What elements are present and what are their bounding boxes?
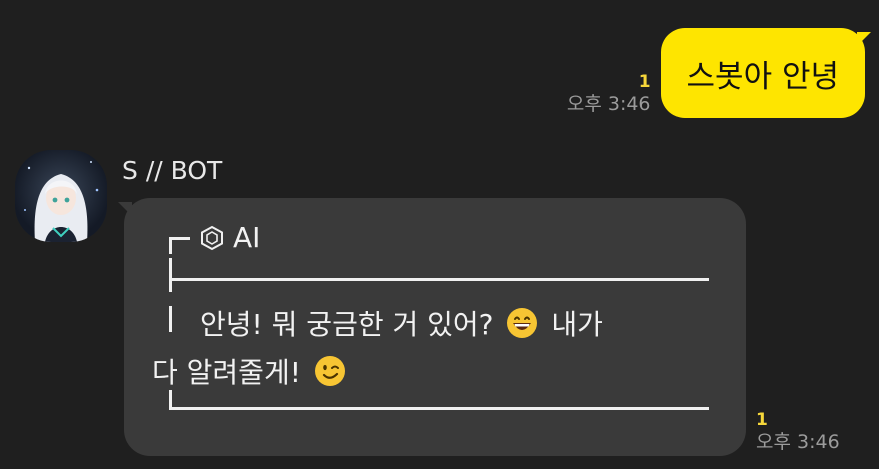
- outgoing-message-bubble[interactable]: 스봇아 안녕: [660, 28, 872, 118]
- outgoing-message-row: 1 오후 3:46 스봇아 안녕: [567, 28, 872, 118]
- message-text-line-1-suffix: 내가: [551, 308, 603, 341]
- frame-bottom-line: [169, 390, 709, 410]
- hexagon-icon: [201, 225, 223, 250]
- ai-header: AI: [199, 221, 260, 254]
- message-line: 안녕! 뭐 궁금한 거 있어? 내가: [152, 301, 722, 349]
- outgoing-message-text: 스봇아 안녕: [686, 58, 839, 95]
- avatar-image: [24, 161, 99, 242]
- message-text-line-2: 다 알려줄게!: [152, 356, 301, 389]
- frame-divider: [169, 278, 709, 281]
- outgoing-message-meta: 1 오후 3:46: [567, 72, 651, 116]
- frame-top-corner: [169, 237, 190, 254]
- incoming-message-row: AI 안녕! 뭐 궁금한 거 있어? 내가 다 알려줄게! 1 오후 3:46: [118, 198, 840, 456]
- incoming-message-bubble[interactable]: AI 안녕! 뭐 궁금한 거 있어? 내가 다 알려줄게!: [118, 198, 746, 456]
- ai-header-label: AI: [233, 221, 261, 254]
- incoming-message-text: 안녕! 뭐 궁금한 거 있어? 내가 다 알려줄게!: [152, 301, 722, 397]
- bot-avatar[interactable]: [15, 150, 107, 242]
- unread-count: 1: [638, 72, 651, 92]
- incoming-message-meta: 1 오후 3:46: [756, 410, 840, 454]
- winking-face-icon: [314, 356, 345, 386]
- grinning-face-icon: [507, 308, 538, 338]
- frame-left-line: [169, 258, 172, 292]
- sender-name[interactable]: S // BOT: [122, 156, 222, 185]
- message-time: 오후 3:46: [566, 93, 651, 115]
- message-text-line-1: 안녕! 뭐 궁금한 거 있어?: [200, 308, 494, 341]
- unread-count: 1: [756, 410, 768, 430]
- message-time: 오후 3:46: [756, 431, 840, 453]
